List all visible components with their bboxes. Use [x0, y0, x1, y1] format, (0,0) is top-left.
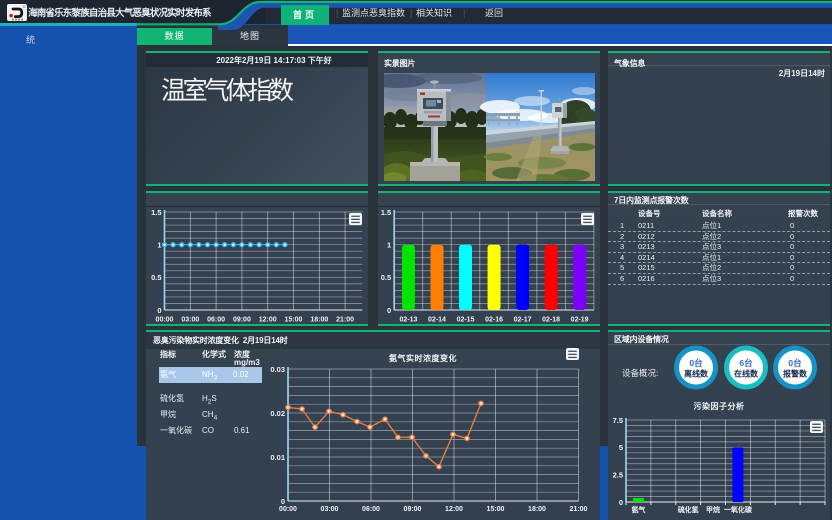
svg-text:0.5: 0.5	[381, 273, 391, 282]
svg-text:1: 1	[387, 240, 391, 249]
svg-text:0.03: 0.03	[270, 365, 285, 374]
svg-text:12:00: 12:00	[259, 317, 277, 323]
svg-text:2.5: 2.5	[613, 470, 623, 479]
svg-text:02-13: 02-13	[400, 317, 418, 323]
svg-text:1.5: 1.5	[151, 208, 161, 217]
svg-text:02-14: 02-14	[428, 317, 446, 323]
svg-text:氨气: 氨气	[631, 505, 645, 514]
svg-text:15:00: 15:00	[487, 506, 505, 513]
svg-text:0: 0	[387, 306, 391, 315]
svg-text:09:00: 09:00	[233, 317, 251, 323]
svg-text:06:00: 06:00	[362, 506, 380, 513]
svg-text:1.5: 1.5	[381, 208, 391, 217]
svg-text:21:00: 21:00	[336, 317, 354, 323]
svg-text:09:00: 09:00	[404, 506, 422, 513]
svg-text:甲烷: 甲烷	[706, 505, 720, 514]
svg-text:0: 0	[281, 497, 285, 506]
svg-text:15:00: 15:00	[285, 317, 303, 323]
svg-text:0: 0	[619, 498, 623, 507]
svg-text:21:00: 21:00	[570, 506, 588, 513]
svg-text:污染因子分析: 污染因子分析	[694, 401, 745, 411]
svg-text:硫化氢: 硫化氢	[678, 505, 699, 514]
svg-text:氨气实时浓度变化: 氨气实时浓度变化	[389, 353, 457, 363]
svg-text:00:00: 00:00	[279, 506, 297, 513]
svg-text:一氧化碳: 一氧化碳	[724, 505, 753, 514]
svg-text:18:00: 18:00	[528, 506, 546, 513]
svg-text:7.5: 7.5	[613, 416, 623, 425]
svg-text:5: 5	[619, 443, 623, 452]
svg-text:18:00: 18:00	[310, 317, 328, 323]
svg-text:02-17: 02-17	[514, 317, 532, 323]
svg-text:0.02: 0.02	[270, 409, 285, 418]
svg-text:0.01: 0.01	[270, 453, 285, 462]
svg-text:03:00: 03:00	[321, 506, 339, 513]
svg-text:0: 0	[157, 306, 161, 315]
svg-text:03:00: 03:00	[181, 317, 199, 323]
svg-text:00:00: 00:00	[156, 317, 174, 323]
svg-text:02-15: 02-15	[457, 317, 475, 323]
svg-text:12:00: 12:00	[445, 506, 463, 513]
svg-text:02-16: 02-16	[485, 317, 503, 323]
svg-text:1: 1	[157, 240, 161, 249]
svg-text:06:00: 06:00	[207, 317, 225, 323]
svg-text:02-18: 02-18	[542, 317, 560, 323]
svg-text:0.5: 0.5	[151, 273, 161, 282]
svg-text:02-19: 02-19	[571, 317, 589, 323]
